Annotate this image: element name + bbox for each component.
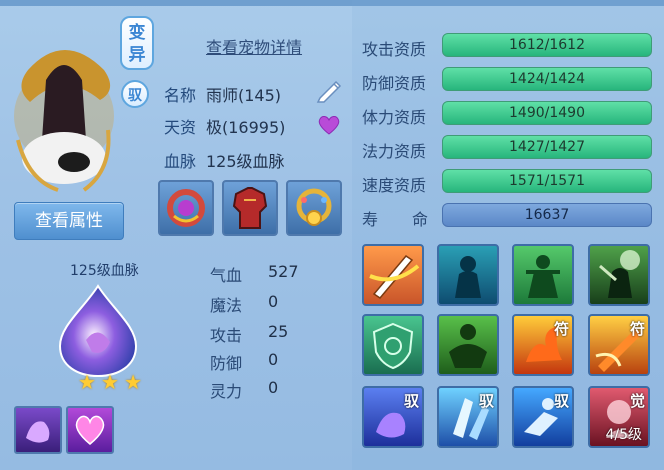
talisman-tag: 符 [553,320,569,338]
stat-value-hp: 527 [268,262,299,281]
stat-value-attack: 25 [268,322,289,341]
equip-slot-necklace-red[interactable] [158,180,214,236]
stat-label-defense: 防御 [210,354,243,373]
skill-shield-regen[interactable] [362,314,424,376]
quality-label-defense: 防御资质 [362,74,427,93]
awaken-level: 4/5级 [605,427,642,443]
aptitude-value: 极(16995) [206,118,286,137]
stat-value-spirit: 0 [268,378,279,397]
tame-tag: 驭 [403,392,419,410]
life-bar: 16637 [442,203,652,227]
bloodline-stars: ★ ★ ★ [78,370,142,394]
equip-slot-armor[interactable] [222,180,278,236]
skill-shadow-figure[interactable] [437,244,499,306]
rename-pen-icon[interactable] [314,78,344,104]
stat-value-defense: 0 [268,350,279,369]
talisman-tag: 符 [629,320,645,338]
stat-label-attack: 攻击 [210,326,243,345]
star-icon: ★ [101,370,119,394]
stat-label-spirit: 灵力 [210,382,243,401]
tame-tag: 驭 [478,392,494,410]
quality-label-speed: 速度资质 [362,176,427,195]
pet-portrait [8,30,120,198]
tame-tag: 驭 [553,392,569,410]
life-label-2: 命 [412,210,429,229]
skill-awaken[interactable]: 觉 4/5级 [588,386,650,448]
aptitude-label: 天资 [164,118,197,137]
bloodline-skill-crystal[interactable] [14,406,62,454]
skill-flame-talisman[interactable]: 符 [512,314,574,376]
star-icon: ★ [124,370,142,394]
quality-label-attack: 攻击资质 [362,40,427,59]
quality-bar-speed: 1571/1571 [442,169,652,193]
skill-dark-knight[interactable] [588,244,650,306]
equip-slot-amulet-gold[interactable] [286,180,342,236]
quality-bar-constitution: 1490/1490 [442,101,652,125]
heart-icon[interactable] [316,114,342,136]
view-attributes-button[interactable]: 查看属性 [14,202,124,240]
quality-bar-attack: 1612/1612 [442,33,652,57]
bloodline-skill-heart[interactable] [66,406,114,454]
skill-fire-blade[interactable]: 符 [588,314,650,376]
bloodline-label: 血脉 [164,152,197,171]
bloodline-value: 125级血脉 [206,152,285,171]
view-pet-details-link[interactable]: 查看宠物详情 [206,34,302,58]
skill-crystal-tame[interactable]: 驭 [362,386,424,448]
skill-green-warrior[interactable] [512,244,574,306]
quality-bar-defense: 1424/1424 [442,67,652,91]
star-icon: ★ [78,370,96,394]
awaken-tag: 觉 [629,392,645,410]
bloodline-crystal-icon[interactable] [48,280,148,380]
name-value: 雨师(145) [206,86,282,105]
quality-bar-magic: 1427/1427 [442,135,652,159]
stat-label-hp: 气血 [210,266,243,285]
stat-value-mp: 0 [268,292,279,311]
skill-brute-strength[interactable] [437,314,499,376]
skill-dash-tame[interactable]: 驭 [512,386,574,448]
stat-label-mp: 魔法 [210,296,243,315]
life-label-1: 寿 [362,210,379,229]
skill-ice-crystal-tame[interactable]: 驭 [437,386,499,448]
variant-badge: 变异 [120,16,154,70]
pet-info-panel: 变异 驭 查看属性 查看宠物详情 名称 雨师(145) 天资 极(16995) … [0,0,664,470]
name-label: 名称 [164,86,197,105]
quality-label-magic: 法力资质 [362,142,427,161]
skill-sword-strike[interactable] [362,244,424,306]
bloodline-panel-title: 125级血脉 [70,263,139,279]
tame-badge: 驭 [121,80,149,108]
quality-label-constitution: 体力资质 [362,108,427,127]
